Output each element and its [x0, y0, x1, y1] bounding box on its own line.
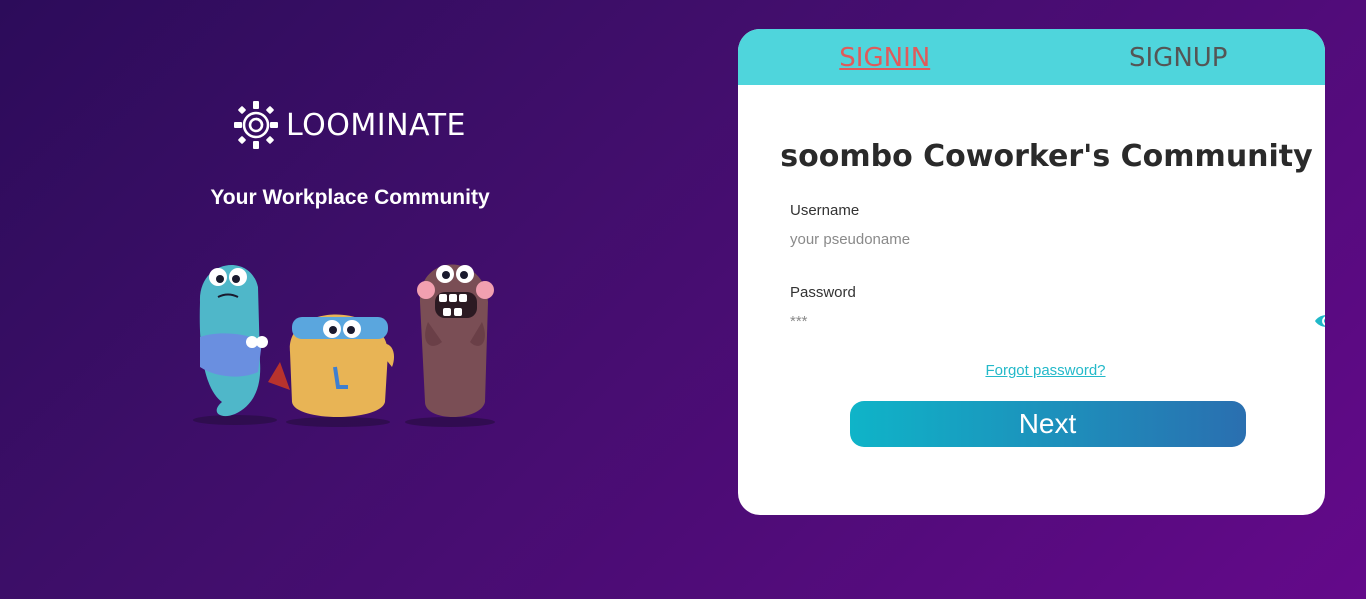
brand-panel: LOOMINATE Your Workplace Community — [180, 100, 520, 432]
password-input[interactable] — [790, 307, 1290, 336]
auth-tabs: SIGNIN SIGNUP — [738, 29, 1325, 85]
brand-tagline: Your Workplace Community — [210, 186, 490, 209]
brand-logo: LOOMINATE — [233, 100, 467, 150]
forgot-password-link[interactable]: Forgot password? — [738, 362, 1325, 379]
tab-signin[interactable]: SIGNIN — [738, 29, 1032, 85]
password-label: Password — [790, 284, 856, 301]
username-label: Username — [790, 202, 860, 219]
eye-icon[interactable] — [1314, 312, 1325, 330]
login-card: SIGNIN SIGNUP soombo Coworker's Communit… — [738, 29, 1325, 515]
next-button[interactable]: Next — [849, 401, 1246, 447]
tab-signup[interactable]: SIGNUP — [1032, 29, 1326, 85]
username-field-group: Username — [790, 202, 1315, 254]
mascot-characters-illustration — [193, 264, 495, 427]
sun-spiral-icon — [233, 101, 278, 149]
username-input[interactable] — [790, 225, 1290, 254]
password-field-group: Password — [790, 284, 1325, 336]
form-title: soombo Coworker's Community — [780, 139, 1313, 174]
brand-wordmark: LOOMINATE — [285, 107, 467, 143]
